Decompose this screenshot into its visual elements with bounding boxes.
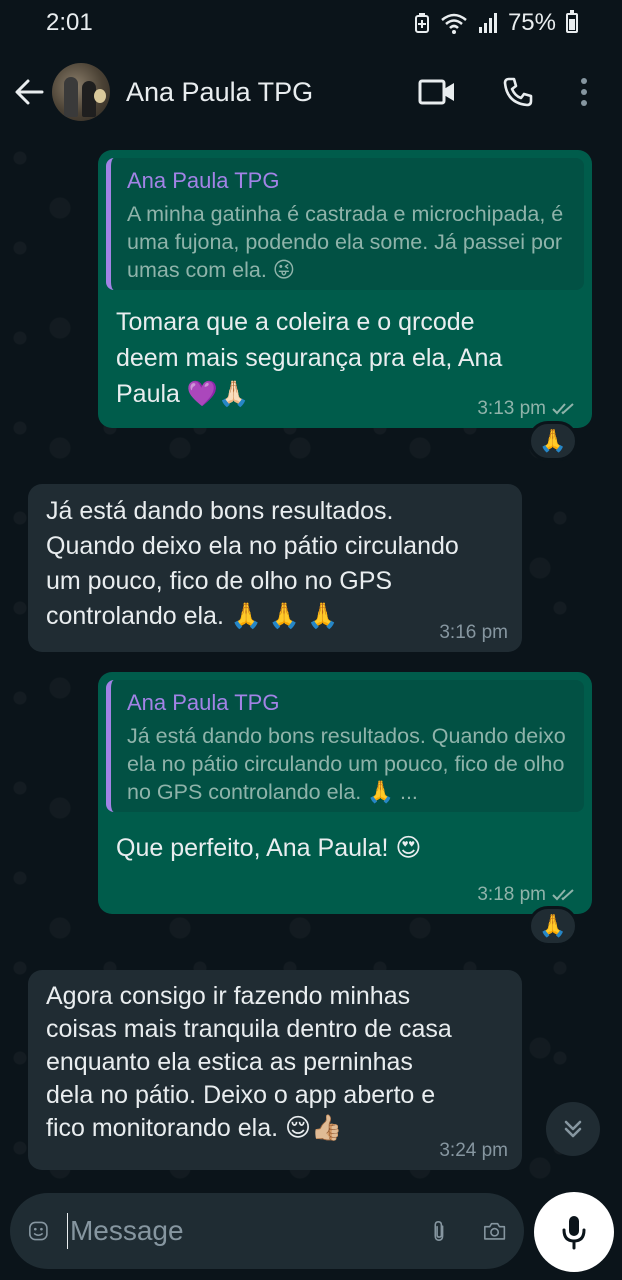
message-text: Que perfeito, Ana Paula! 😍 [116, 830, 586, 866]
status-bar: 2:01 75% [0, 0, 622, 46]
quote-author: Ana Paula TPG [127, 168, 280, 193]
more-options-icon[interactable] [580, 77, 588, 107]
message-line: dela no pátio. Deixo o app aberto e [46, 1081, 436, 1109]
message-line: Quando deixo ela no pátio circulando [46, 532, 459, 560]
contact-name[interactable]: Ana Paula TPG [126, 77, 418, 108]
quote-author: Ana Paula TPG [127, 690, 280, 715]
message-text: Já está dando bons resultados. Quando de… [46, 494, 516, 634]
mic-icon [562, 1216, 586, 1250]
message-composer [10, 1193, 524, 1269]
message-time: 3:18 pm [477, 884, 576, 906]
chevron-double-down-icon [564, 1120, 582, 1138]
double-check-icon [552, 889, 574, 901]
chat-header: Ana Paula TPG [0, 46, 622, 138]
emoji-icon[interactable] [28, 1214, 49, 1248]
message-line: Já está dando bons resultados. [46, 497, 394, 525]
chat-area[interactable]: Ana Paula TPG A minha gatinha é castrada… [0, 138, 622, 1190]
quote-text: A minha gatinha é castrada e microchipad… [127, 202, 564, 282]
message-reaction[interactable]: 🙏 [528, 906, 578, 946]
back-button[interactable] [14, 72, 46, 112]
outgoing-message[interactable]: Ana Paula TPG A minha gatinha é castrada… [98, 150, 592, 428]
double-check-icon [552, 403, 574, 415]
signal-icon [478, 13, 497, 33]
avatar[interactable] [52, 63, 110, 121]
video-call-icon[interactable] [418, 78, 456, 106]
message-line: coisas mais tranquila dentro de casa [46, 1015, 452, 1043]
battery-percent: 75% [507, 9, 556, 36]
back-arrow-icon [15, 79, 44, 105]
scroll-to-bottom-button[interactable] [546, 1102, 600, 1156]
message-line: deem mais segurança pra ela, Ana [116, 344, 503, 372]
message-time: 3:13 pm [477, 398, 576, 420]
incoming-message[interactable]: Agora consigo ir fazendo minhas coisas m… [28, 970, 522, 1170]
message-text: Tomara que a coleira e o qrcode deem mai… [116, 304, 586, 412]
outgoing-message[interactable]: Ana Paula TPG Já está dando bons resulta… [98, 672, 592, 914]
voice-message-button[interactable] [534, 1192, 614, 1272]
message-line: Tomara que a coleira e o qrcode [116, 308, 475, 336]
message-input[interactable] [69, 1215, 431, 1247]
message-reaction[interactable]: 🙏 [528, 421, 578, 461]
quote-text: Já está dando bons resultados. Quando de… [127, 724, 566, 804]
message-line: um pouco, fico de olho no GPS [46, 567, 393, 595]
wifi-icon [441, 13, 467, 34]
message-line: enquanto ela estica as perninhas [46, 1048, 413, 1076]
text-caret [66, 1213, 68, 1249]
camera-icon[interactable] [483, 1215, 506, 1247]
status-icons: 75% [414, 9, 578, 37]
message-text: Agora consigo ir fazendo minhas coisas m… [46, 980, 522, 1145]
message-time: 3:16 pm [439, 622, 508, 643]
phone-icon[interactable] [502, 76, 534, 108]
quoted-message[interactable]: Ana Paula TPG A minha gatinha é castrada… [106, 158, 584, 290]
battery-icon [566, 10, 578, 33]
message-line: Agora consigo ir fazendo minhas [46, 982, 411, 1010]
message-line: Que perfeito, Ana Paula! 😍 [116, 834, 422, 862]
battery-saver-icon [414, 13, 429, 33]
quoted-message[interactable]: Ana Paula TPG Já está dando bons resulta… [106, 680, 584, 812]
status-time: 2:01 [46, 9, 93, 36]
message-time: 3:24 pm [439, 1140, 508, 1161]
incoming-message[interactable]: Já está dando bons resultados. Quando de… [28, 484, 522, 652]
attach-icon[interactable] [431, 1213, 447, 1249]
